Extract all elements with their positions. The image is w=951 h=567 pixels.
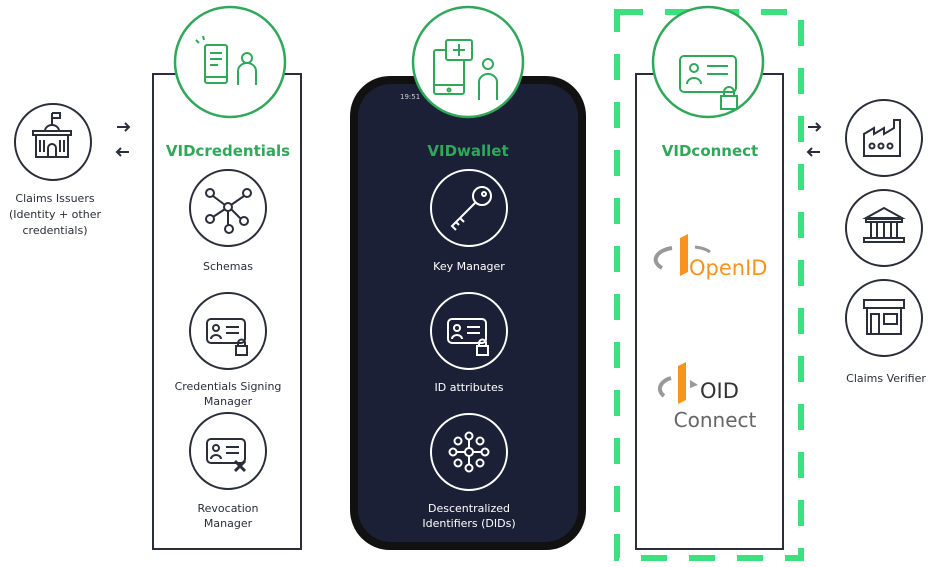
vid-architecture-diagram: Claims Issuers (Identity + other credent…: [9, 5, 926, 561]
government-building-icon: [32, 112, 72, 158]
vidconnect-title: VIDconnect: [662, 142, 758, 160]
vidwallet-title: VIDwallet: [427, 142, 508, 160]
claims-issuer: Claims Issuers (Identity + other credent…: [9, 103, 101, 237]
vidwallet-phone: 19:51 VIDwallet Key Manager ID attribute…: [350, 5, 586, 550]
issuer-label-1: Claims Issuers: [15, 192, 94, 205]
revocation-label-2: Manager: [204, 517, 253, 530]
vidcredentials-panel: VIDcredentials Schemas Credentials Signi…: [152, 5, 302, 550]
factory-icon: [863, 119, 901, 157]
signing-label-2: Manager: [204, 395, 253, 408]
signing-label-1: Credentials Signing: [175, 380, 282, 393]
schemas-label: Schemas: [203, 260, 253, 273]
id-attributes-label: ID attributes: [435, 381, 504, 394]
issuer-label-3: credentials): [22, 224, 87, 237]
verifier-exchange-arrows: [806, 122, 822, 157]
dids-label-2: Identifiers (DIDs): [422, 517, 515, 530]
key-manager-label: Key Manager: [433, 260, 505, 273]
verifier-label: Claims Verifier: [846, 372, 926, 385]
openid-text: OpenID: [689, 256, 767, 280]
oidc-top-text: OID: [700, 379, 739, 403]
dids-label-1: Descentralized: [428, 502, 510, 515]
vidconnect-panel: VIDconnect OpenID OID Connect: [635, 5, 784, 550]
issuer-exchange-arrows: [115, 122, 131, 157]
store-icon: [863, 299, 905, 335]
oidc-bottom-text: Connect: [674, 408, 757, 432]
revocation-label-1: Revocation: [197, 502, 258, 515]
bank-icon: [862, 206, 906, 243]
claims-verifier: Claims Verifier: [845, 99, 926, 385]
vidcredentials-title: VIDcredentials: [166, 142, 290, 160]
issuer-label-2: (Identity + other: [9, 208, 101, 221]
status-time: 19:51: [400, 93, 420, 101]
